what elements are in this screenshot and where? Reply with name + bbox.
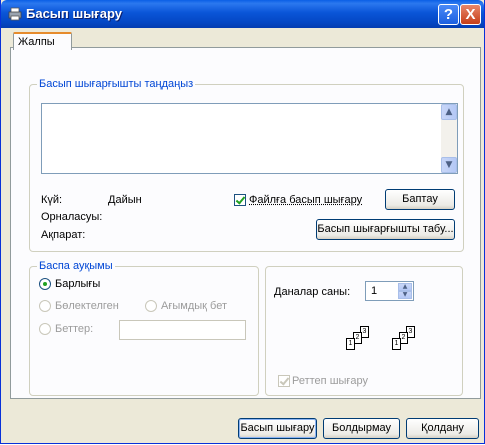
copies-label: Даналар саны:	[274, 286, 351, 298]
pages-input[interactable]	[119, 320, 246, 340]
print-dialog: Басып шығару ? X Жалпы Басып шығарғышты …	[0, 0, 485, 444]
location-label: Орналасуы:	[41, 211, 103, 223]
tab-general[interactable]: Жалпы	[13, 32, 72, 50]
printer-icon	[8, 7, 22, 21]
print-to-file-label[interactable]: Файлға басып шығару	[249, 194, 362, 207]
range-pages-radio[interactable]	[39, 323, 51, 335]
range-current-page-label[interactable]: Ағымдық бет	[161, 300, 227, 313]
range-selection-label[interactable]: Бөлектелген	[55, 300, 119, 313]
help-button[interactable]: ?	[438, 4, 459, 25]
copies-spinner[interactable]: 1 ▲ ▼	[365, 281, 414, 301]
page-range-legend: Баспа ауқымы	[37, 260, 115, 273]
range-pages-label[interactable]: Беттер:	[55, 323, 93, 336]
copies-value: 1	[371, 285, 378, 297]
scroll-down-icon[interactable]: ▼	[441, 157, 457, 173]
preferences-button-label: Баптау	[402, 193, 438, 205]
printer-list[interactable]: ▲ ▼	[41, 103, 458, 174]
collate-page: 1	[392, 338, 401, 350]
range-all-label[interactable]: Барлығы	[55, 278, 100, 291]
print-to-file-checkbox[interactable]	[234, 194, 246, 206]
collate-illustration-icon: 3 2 1 3 2 1	[341, 322, 441, 362]
printer-list-scrollbar[interactable]: ▲ ▼	[441, 104, 457, 173]
find-printer-button[interactable]: Басып шығарғышты табу...	[316, 219, 455, 240]
window-title: Басып шығару	[26, 6, 122, 21]
range-all-radio[interactable]	[39, 278, 51, 290]
tab-general-label: Жалпы	[18, 36, 55, 48]
apply-button[interactable]: Қолдану	[406, 418, 479, 439]
comment-label: Ақпарат:	[41, 229, 86, 241]
spin-up-icon[interactable]: ▲	[398, 283, 412, 291]
print-button[interactable]: Басып шығару	[238, 418, 317, 439]
cancel-button[interactable]: Болдырмау	[323, 418, 400, 439]
print-button-label: Басып шығару	[240, 422, 315, 434]
cancel-button-label: Болдырмау	[331, 422, 391, 434]
preferences-button[interactable]: Баптау	[385, 189, 455, 210]
find-printer-button-label: Басып шығарғышты табу...	[317, 223, 454, 235]
status-label: Күй:	[41, 194, 63, 206]
close-button[interactable]: X	[460, 4, 481, 25]
range-current-page-radio[interactable]	[145, 300, 157, 312]
spin-down-icon[interactable]: ▼	[398, 291, 412, 299]
collate-checkbox[interactable]	[278, 375, 290, 387]
status-value: Дайын	[108, 194, 142, 206]
collate-page: 1	[346, 338, 355, 350]
collate-label[interactable]: Реттеп шығару	[292, 375, 368, 388]
printer-select-legend: Басып шығарғышты таңдаңыз	[37, 78, 196, 91]
range-selection-radio[interactable]	[39, 300, 51, 312]
apply-button-label: Қолдану	[421, 422, 464, 434]
title-bar[interactable]: Басып шығару ? X	[1, 0, 484, 28]
scroll-up-icon[interactable]: ▲	[441, 104, 457, 120]
